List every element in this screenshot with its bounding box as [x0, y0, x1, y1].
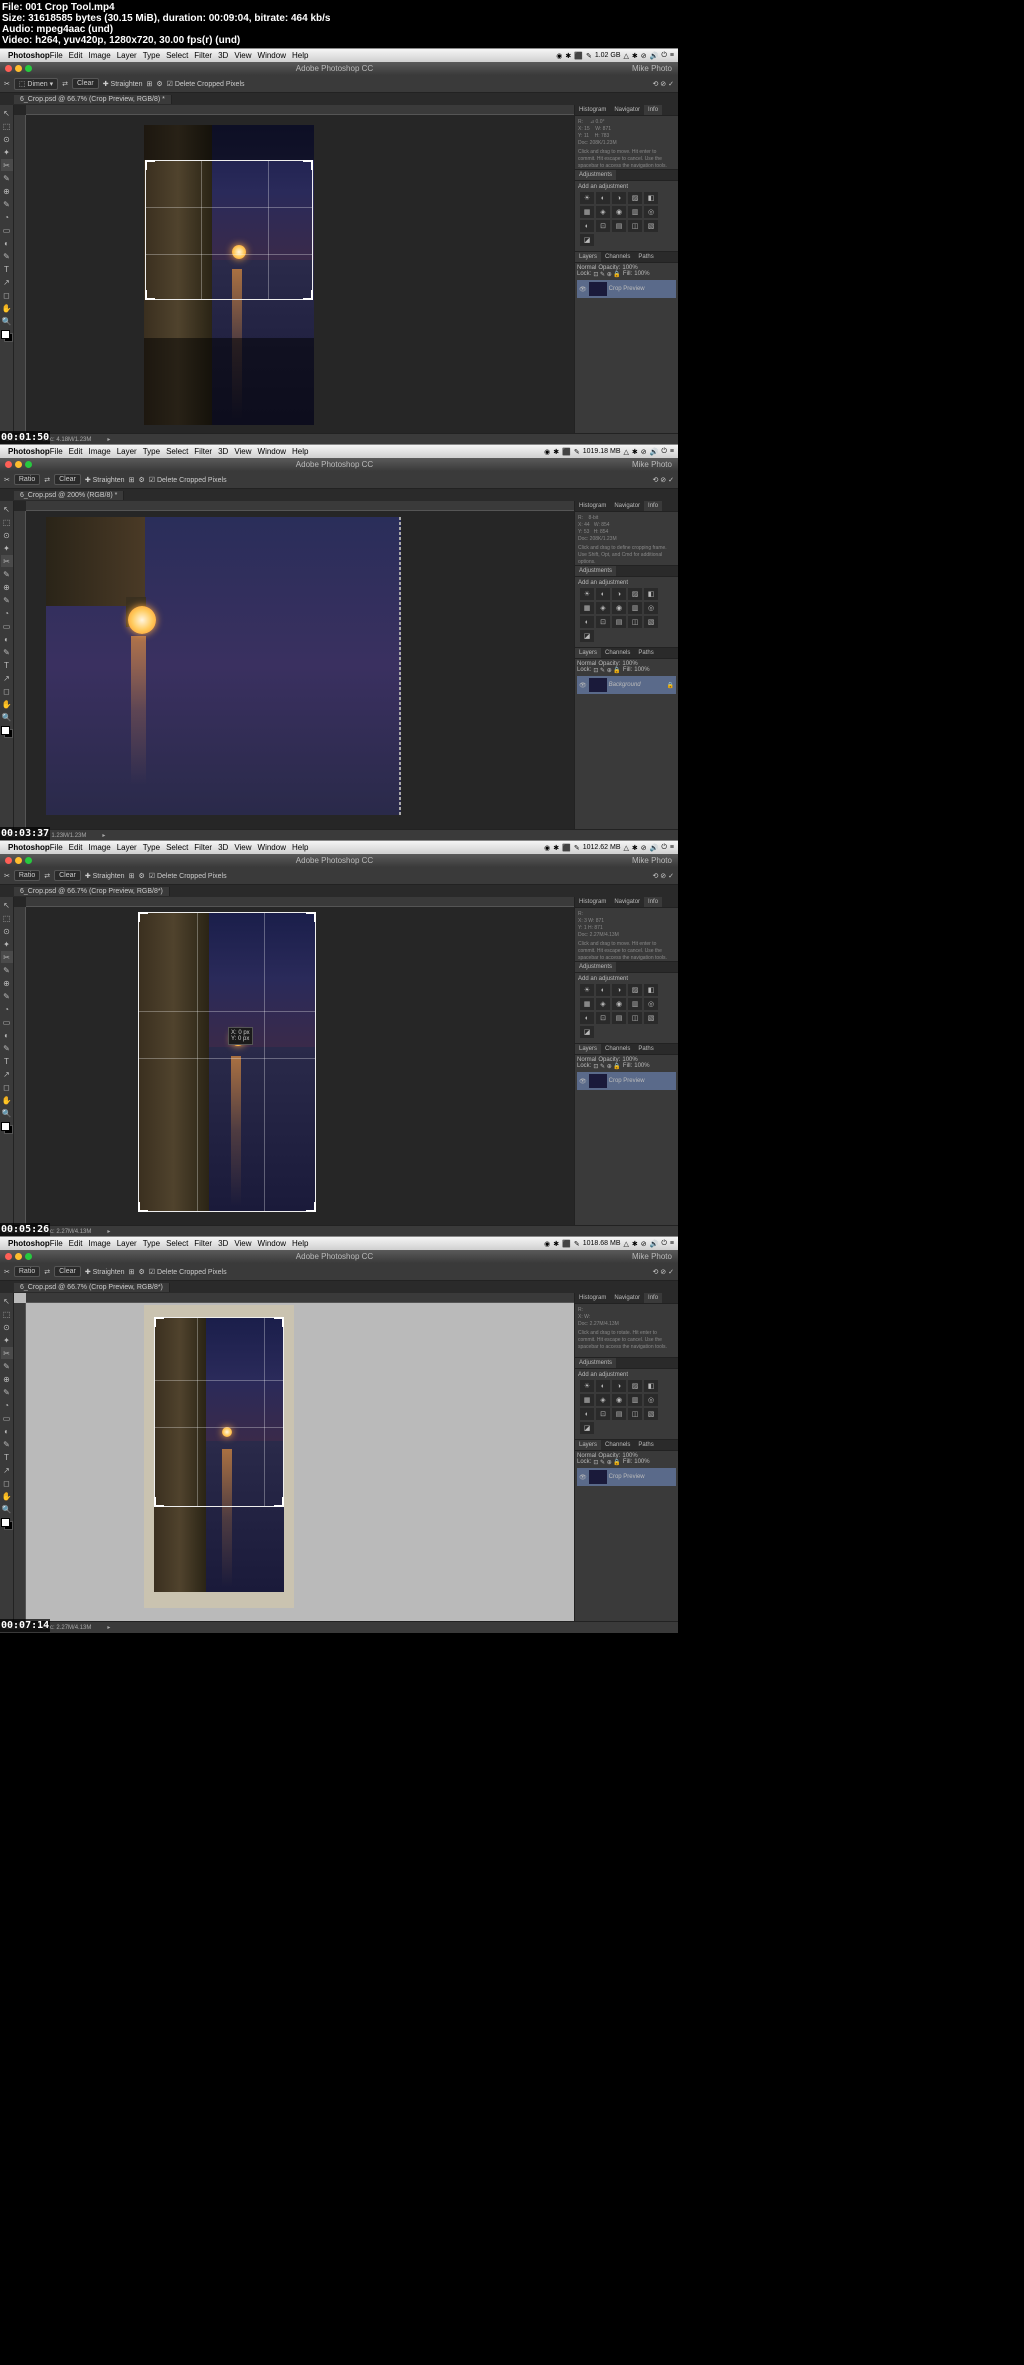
- crop-box[interactable]: [154, 1317, 284, 1507]
- panels[interactable]: HistogramNavigatorInfo R: ⊿ 0.0° X: 15 W…: [574, 105, 678, 433]
- max-dot[interactable]: [25, 65, 32, 72]
- marquee-tool[interactable]: ⬚: [1, 120, 13, 132]
- timestamp: 00:01:50: [0, 431, 50, 444]
- frame-4: PhotoshopFileEditImageLayerTypeSelectFil…: [0, 1236, 678, 1632]
- moon: [128, 606, 156, 634]
- frame-1: Photoshop FileEditImageLayerTypeSelectFi…: [0, 48, 678, 444]
- color-swatch[interactable]: [1, 330, 13, 342]
- frame-3: PhotoshopFileEditImageLayerTypeSelectFil…: [0, 840, 678, 1236]
- window-titlebar: Adobe Photoshop CC Mike Photo: [0, 62, 678, 75]
- close-dot[interactable]: [5, 65, 12, 72]
- crop-box[interactable]: [138, 912, 316, 1212]
- options-bar[interactable]: ✂⬚ Dimen ▾⇄Clear✚ Straighten⊞⚙☑ Delete C…: [0, 75, 678, 93]
- title-text: Adobe Photoshop CC: [296, 64, 373, 73]
- ruler-horizontal: [26, 105, 574, 115]
- app-name[interactable]: Photoshop: [8, 51, 50, 60]
- image[interactable]: [46, 517, 401, 815]
- tooltip: X: 0 pxY: 0 px: [228, 1027, 253, 1045]
- lasso-tool[interactable]: ⊙: [1, 133, 13, 145]
- crop-box[interactable]: [145, 160, 313, 300]
- move-tool[interactable]: ↖: [1, 107, 13, 119]
- document-tab[interactable]: 6_Crop.psd @ 66.7% (Crop Preview, RGB/8)…: [14, 95, 172, 104]
- image[interactable]: [144, 125, 314, 425]
- crop-tool[interactable]: ✂: [1, 159, 13, 171]
- canvas[interactable]: [14, 105, 574, 433]
- frame-2: Photoshop FileEditImageLayerTypeSelectFi…: [0, 444, 678, 840]
- wand-tool[interactable]: ✦: [1, 146, 13, 158]
- ruler-vertical: [14, 115, 26, 433]
- min-dot[interactable]: [15, 65, 22, 72]
- toolbox[interactable]: ↖⬚⊙✦✂✎⊕✎◔▭◐✎T↗◻✋🔍: [0, 105, 14, 433]
- mac-menubar[interactable]: Photoshop FileEditImageLayerTypeSelectFi…: [0, 49, 678, 62]
- video-meta: File: 001 Crop Tool.mp4 Size: 31618585 b…: [0, 0, 678, 48]
- layer-crop-preview[interactable]: 👁Crop Preview: [577, 280, 676, 298]
- layer-background[interactable]: 👁Background🔒: [577, 676, 676, 694]
